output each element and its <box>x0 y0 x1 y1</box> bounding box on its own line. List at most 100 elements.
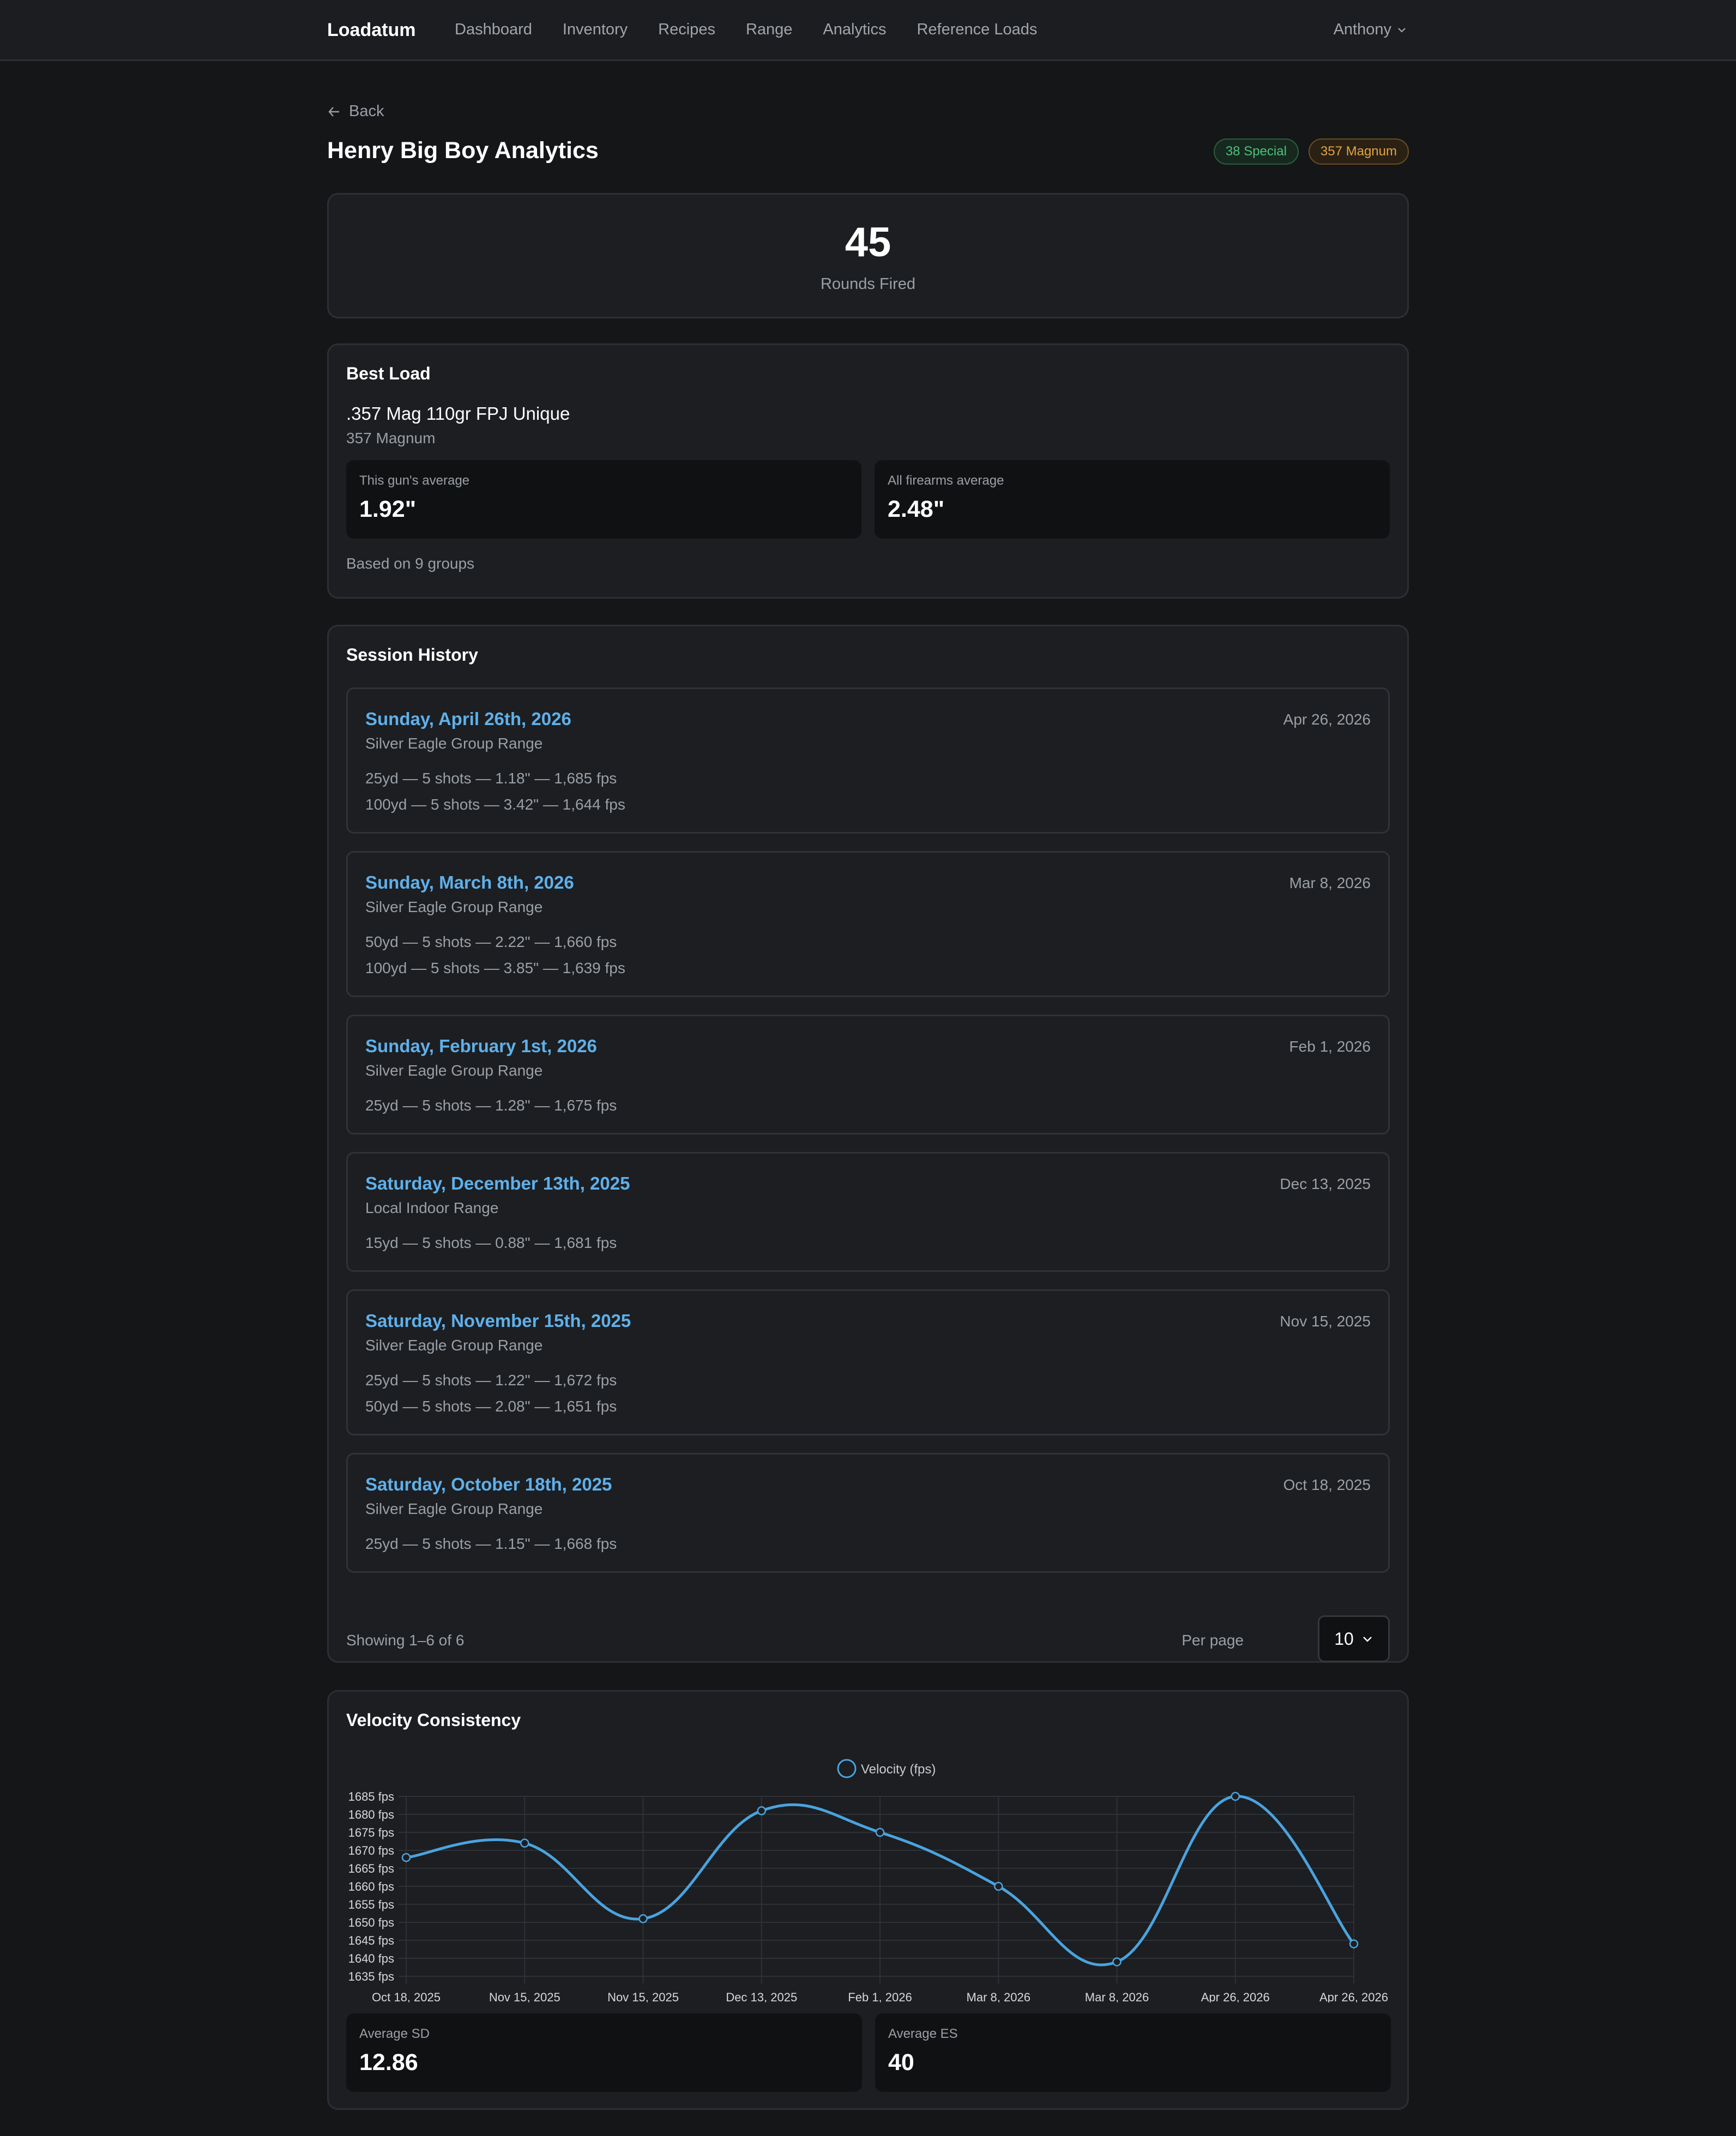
all-firearms-average-stat: All firearms average 2.48" <box>875 460 1390 539</box>
average-sd-value: 12.86 <box>359 2049 418 2075</box>
session-groups: 50yd — 5 shots — 2.22" — 1,660 fps 100yd… <box>365 929 1371 981</box>
session-group: 25yd — 5 shots — 1.18" — 1,685 fps <box>365 770 617 787</box>
session-group: 25yd — 5 shots — 1.22" — 1,672 fps <box>365 1372 617 1389</box>
x-tick-label: Nov 15, 2025 <box>489 1990 560 2002</box>
session-date: Mar 8, 2026 <box>1289 874 1371 891</box>
nav-link-range[interactable]: Range <box>746 21 792 39</box>
session-title[interactable]: Sunday, April 26th, 2026 <box>365 709 1371 729</box>
session-groups: 25yd — 5 shots — 1.15" — 1,668 fps <box>365 1531 1371 1557</box>
brand-logo[interactable]: Loadatum <box>327 20 415 41</box>
session-item[interactable]: Saturday, October 18th, 2025 Oct 18, 202… <box>346 1453 1390 1573</box>
session-item[interactable]: Sunday, March 8th, 2026 Mar 8, 2026 Silv… <box>346 851 1390 997</box>
legend-label: Velocity (fps) <box>861 1762 936 1777</box>
session-title[interactable]: Saturday, October 18th, 2025 <box>365 1474 1371 1495</box>
session-groups: 25yd — 5 shots — 1.18" — 1,685 fps 100yd… <box>365 765 1371 818</box>
nav-link-dashboard[interactable]: Dashboard <box>455 21 532 39</box>
session-item[interactable]: Saturday, December 13th, 2025 Dec 13, 20… <box>346 1152 1390 1272</box>
velocity-data-point <box>1231 1791 1240 1801</box>
session-groups: 15yd — 5 shots — 0.88" — 1,681 fps <box>365 1230 1371 1256</box>
y-tick-label: 1660 fps <box>348 1880 394 1893</box>
pagination-summary: Showing 1–6 of 6 <box>346 1632 465 1649</box>
nav-link-inventory[interactable]: Inventory <box>563 21 628 39</box>
session-title[interactable]: Sunday, February 1st, 2026 <box>365 1036 1371 1057</box>
velocity-data-point <box>875 1827 885 1837</box>
page-title: Henry Big Boy Analytics <box>327 137 599 164</box>
per-page-select[interactable]: 10 <box>1318 1615 1390 1662</box>
nav-link-reference-loads[interactable]: Reference Loads <box>917 21 1037 39</box>
velocity-data-point <box>401 1853 411 1862</box>
session-title[interactable]: Saturday, November 15th, 2025 <box>365 1311 1371 1331</box>
rounds-fired-label: Rounds Fired <box>820 275 916 293</box>
velocity-data-point <box>994 1881 1003 1891</box>
y-tick-label: 1685 fps <box>348 1790 394 1803</box>
x-tick-label: Mar 8, 2026 <box>1085 1990 1149 2002</box>
y-tick-label: 1675 fps <box>348 1826 394 1839</box>
y-tick-label: 1655 fps <box>348 1898 394 1911</box>
x-tick-label: Dec 13, 2025 <box>726 1990 797 2002</box>
back-link[interactable]: Back <box>327 102 384 120</box>
average-sd-stat: Average SD 12.86 <box>346 2013 862 2092</box>
gun-average-label: This gun's average <box>359 473 470 488</box>
velocity-consistency-card: Velocity Consistency Velocity (fps) 1685 … <box>327 1690 1409 2110</box>
session-groups: 25yd — 5 shots — 1.28" — 1,675 fps <box>365 1093 1371 1119</box>
average-es-label: Average ES <box>888 2026 958 2041</box>
session-title[interactable]: Saturday, December 13th, 2025 <box>365 1173 1371 1194</box>
badge-357-magnum: 357 Magnum <box>1308 138 1409 165</box>
all-firearms-average-value: 2.48" <box>888 496 945 522</box>
average-es-value: 40 <box>888 2049 914 2075</box>
session-date: Nov 15, 2025 <box>1280 1313 1371 1330</box>
per-page-label: Per page <box>1182 1632 1244 1649</box>
session-date: Dec 13, 2025 <box>1280 1175 1371 1192</box>
chevron-down-icon <box>1398 27 1406 33</box>
all-firearms-average-label: All firearms average <box>888 473 1004 488</box>
based-on-groups: Based on 9 groups <box>346 555 475 572</box>
arrow-left-icon <box>328 106 339 117</box>
session-history-title: Session History <box>346 645 478 665</box>
session-item[interactable]: Sunday, April 26th, 2026 Apr 26, 2026 Si… <box>346 687 1390 834</box>
session-date: Oct 18, 2025 <box>1283 1476 1371 1493</box>
session-group: 50yd — 5 shots — 2.22" — 1,660 fps <box>365 933 617 950</box>
velocity-data-point <box>1349 1939 1359 1948</box>
best-load-caliber: 357 Magnum <box>346 430 436 446</box>
session-group: 25yd — 5 shots — 1.28" — 1,675 fps <box>365 1097 617 1114</box>
y-tick-label: 1645 fps <box>348 1934 394 1947</box>
average-es-stat: Average ES 40 <box>875 2013 1391 2092</box>
user-menu[interactable]: Anthony <box>1334 21 1407 39</box>
legend-marker <box>837 1759 857 1778</box>
session-location: Silver Eagle Group Range <box>365 1500 543 1517</box>
velocity-data-point <box>757 1806 766 1815</box>
x-tick-label: Nov 15, 2025 <box>607 1990 679 2002</box>
chevron-down-icon <box>1363 1637 1372 1642</box>
session-item[interactable]: Saturday, November 15th, 2025 Nov 15, 20… <box>346 1289 1390 1435</box>
rounds-fired-value: 45 <box>845 219 891 266</box>
y-tick-label: 1650 fps <box>348 1916 394 1929</box>
gun-average-stat: This gun's average 1.92" <box>346 460 861 539</box>
session-item[interactable]: Sunday, February 1st, 2026 Feb 1, 2026 S… <box>346 1015 1390 1135</box>
best-load-card: Best Load .357 Mag 110gr FPJ Unique 357 … <box>327 343 1409 599</box>
session-date: Apr 26, 2026 <box>1283 711 1371 728</box>
velocity-stats: Average SD 12.86 Average ES 40 <box>346 2013 1391 2092</box>
average-sd-label: Average SD <box>359 2026 430 2041</box>
y-tick-label: 1635 fps <box>348 1970 394 1983</box>
session-title[interactable]: Sunday, March 8th, 2026 <box>365 872 1371 893</box>
x-tick-label: Apr 26, 2026 <box>1201 1990 1270 2002</box>
session-location: Silver Eagle Group Range <box>365 1337 543 1354</box>
session-location: Silver Eagle Group Range <box>365 735 543 752</box>
top-nav: Loadatum Dashboard Inventory Recipes Ran… <box>0 0 1736 61</box>
gun-average-value: 1.92" <box>359 496 417 522</box>
velocity-chart: Velocity (fps) 1685 fps 1680 fps 1675 fps 16… <box>348 1759 1388 2002</box>
y-tick-label: 1640 fps <box>348 1952 394 1965</box>
nav-link-analytics[interactable]: Analytics <box>823 21 886 39</box>
user-name: Anthony <box>1333 21 1391 38</box>
session-groups: 25yd — 5 shots — 1.22" — 1,672 fps 50yd … <box>365 1367 1371 1420</box>
nav-link-recipes[interactable]: Recipes <box>658 21 715 39</box>
y-tick-label: 1680 fps <box>348 1808 394 1821</box>
x-tick-label: Oct 18, 2025 <box>372 1990 441 2002</box>
velocity-data-point <box>1112 1957 1122 1966</box>
best-load-name: .357 Mag 110gr FPJ Unique <box>346 403 570 424</box>
session-group: 25yd — 5 shots — 1.15" — 1,668 fps <box>365 1535 617 1552</box>
session-group: 100yd — 5 shots — 3.42" — 1,644 fps <box>365 796 625 813</box>
caliber-badges: 38 Special 357 Magnum <box>1204 138 1409 165</box>
session-location: Silver Eagle Group Range <box>365 898 543 915</box>
x-tick-label: Apr 26, 2026 <box>1319 1990 1388 2002</box>
